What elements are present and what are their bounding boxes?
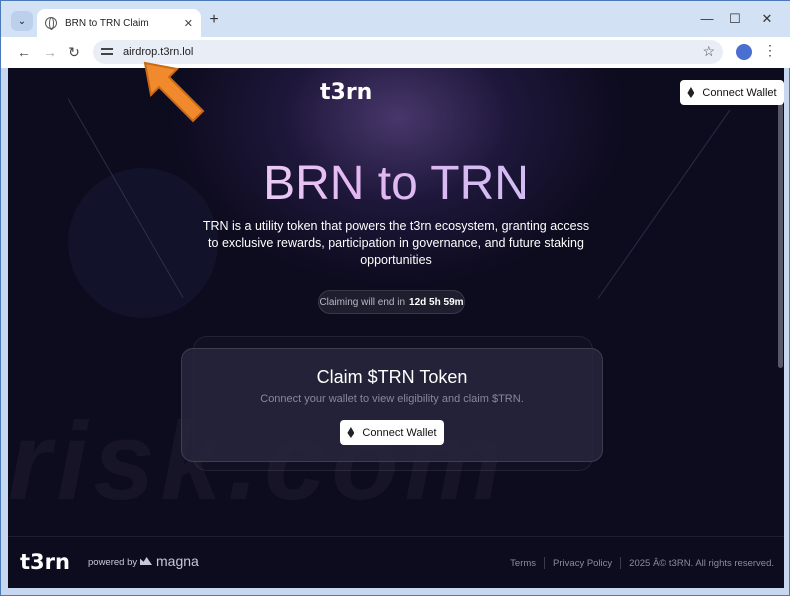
connect-wallet-label: Connect Wallet (362, 426, 437, 439)
claim-card: Claim $TRN Token Connect your wallet to … (181, 348, 603, 462)
menu-icon[interactable]: ⋮ (763, 42, 777, 59)
site-settings-icon[interactable] (101, 46, 115, 58)
bookmark-star-icon[interactable]: ☆ (702, 43, 715, 60)
ethereum-icon (687, 87, 695, 98)
tab-active[interactable]: BRN to TRN Claim ✕ (37, 9, 201, 37)
countdown-label: Claiming will end in (319, 296, 406, 308)
profile-avatar[interactable] (736, 44, 752, 60)
forward-button[interactable]: → (41, 43, 59, 61)
url-text[interactable]: airdrop.t3rn.lol (123, 46, 193, 58)
countdown-badge: Claiming will end in 12d 5h 59m (318, 290, 465, 314)
privacy-policy-link[interactable]: Privacy Policy (545, 558, 620, 569)
copyright-text: 2025 Â© t3RN. All rights reserved. (629, 558, 774, 569)
claim-card-title: Claim $TRN Token (316, 367, 468, 387)
close-window-button[interactable]: ✕ (757, 11, 777, 27)
site-logo[interactable]: t3rn (320, 80, 372, 105)
maximize-button[interactable]: ☐ (725, 11, 745, 27)
minimize-button[interactable]: — (697, 11, 717, 26)
connect-wallet-button[interactable]: Connect Wallet (340, 420, 444, 445)
connect-wallet-label: Connect Wallet (702, 86, 777, 99)
magna-icon (140, 557, 152, 565)
browser-toolbar: ← → ↻ airdrop.t3rn.lol ☆ ⋮ (1, 37, 790, 68)
terms-link[interactable]: Terms (502, 558, 544, 569)
magna-label: magna (156, 553, 199, 569)
back-button[interactable]: ← (15, 43, 33, 61)
tab-strip: ⌄ BRN to TRN Claim ✕ + — ☐ ✕ (1, 1, 790, 37)
magna-logo[interactable]: magna (140, 553, 199, 569)
new-tab-button[interactable]: + (206, 11, 222, 29)
hero-description: TRN is a utility token that powers the t… (202, 219, 590, 267)
browser-window: ⌄ BRN to TRN Claim ✕ + — ☐ ✕ ← → ↻ airdr… (0, 0, 790, 596)
globe-icon (45, 17, 57, 30)
tab-search-button[interactable]: ⌄ (11, 11, 33, 31)
ethereum-icon (347, 427, 355, 438)
footer-links: Terms Privacy Policy 2025 Â© t3RN. All r… (502, 557, 782, 569)
page-footer: t3rn powered by magna Terms Privacy Poli… (8, 536, 784, 588)
page-scrollbar[interactable] (778, 98, 783, 368)
footer-logo[interactable]: t3rn (20, 550, 70, 574)
tab-close-icon[interactable]: ✕ (184, 17, 193, 30)
hero-title: BRN to TRN (8, 156, 784, 211)
annotation-arrow-icon (143, 61, 205, 123)
tab-title: BRN to TRN Claim (65, 17, 149, 29)
reload-button[interactable]: ↻ (65, 43, 83, 61)
powered-by-label: powered by (88, 557, 138, 568)
claim-card-subtitle: Connect your wallet to view eligibility … (260, 393, 524, 405)
web-page: risk.com t3rn Connect Wallet BRN to TRN … (8, 68, 784, 588)
countdown-value: 12d 5h 59m (409, 296, 464, 308)
connect-wallet-header-button[interactable]: Connect Wallet (680, 80, 784, 105)
